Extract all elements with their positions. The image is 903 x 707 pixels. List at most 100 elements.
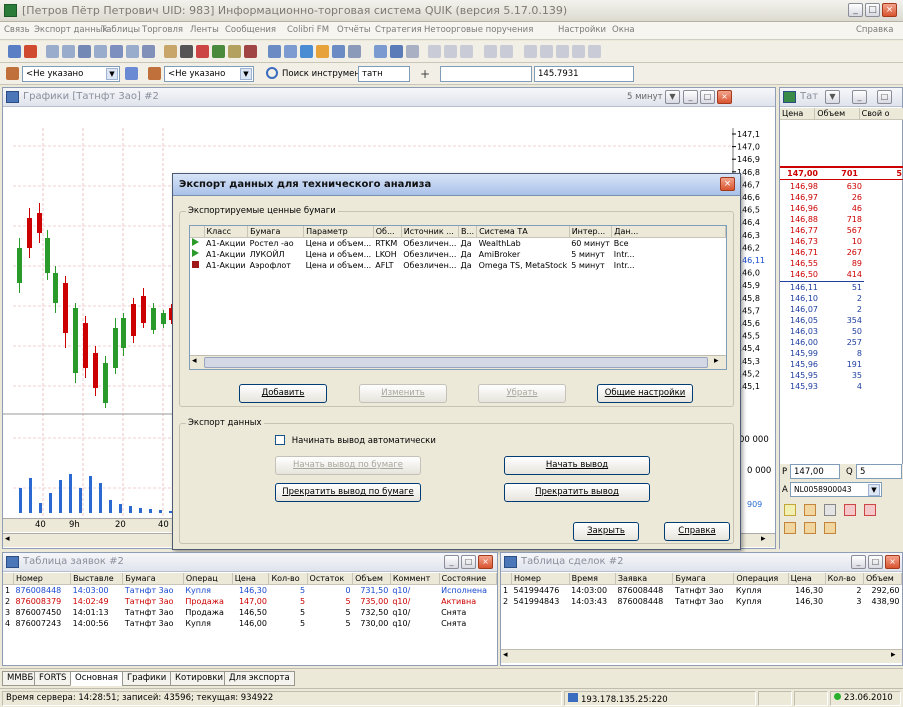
candle[interactable]: [63, 283, 68, 333]
orders-max-button[interactable]: □: [461, 555, 476, 569]
orders-col[interactable]: Состояние: [439, 573, 498, 585]
candles-icon[interactable]: [390, 45, 403, 58]
ask-row[interactable]: 146,88 718: [780, 214, 864, 225]
col-v[interactable]: В...: [458, 226, 478, 238]
trades-col[interactable]: Цена: [788, 573, 826, 585]
hline-icon[interactable]: [500, 45, 513, 58]
menu-trading[interactable]: Торговля: [142, 25, 183, 35]
candle[interactable]: [93, 353, 98, 388]
ask-volume[interactable]: 718: [820, 214, 864, 225]
dialog-close-icon[interactable]: ×: [720, 177, 735, 191]
menu-reports[interactable]: Отчёты: [337, 25, 371, 35]
col-system[interactable]: Система ТА: [476, 226, 570, 238]
minimize-button[interactable]: _: [848, 3, 863, 17]
bid-row[interactable]: 145,93 4: [780, 381, 864, 392]
trade-row[interactable]: 2 541994843 14:03:43 876008448 Татнфт 3ао Куп…: [501, 596, 902, 607]
col-data[interactable]: Дан...: [611, 226, 726, 238]
bid-row[interactable]: 146,05 354: [780, 315, 864, 326]
list-scroll-right-icon[interactable]: ▸: [714, 356, 719, 366]
trades-col[interactable]: Заявка: [615, 573, 674, 585]
chart-icon[interactable]: [268, 45, 281, 58]
dialog-help-button[interactable]: Справка: [664, 522, 730, 541]
add-button[interactable]: Добавить: [239, 384, 327, 403]
chart-close-button[interactable]: ×: [717, 90, 732, 104]
ask-volume[interactable]: 630: [820, 181, 864, 192]
bid-volume[interactable]: 354: [820, 315, 864, 326]
ask-price[interactable]: 146,50: [780, 269, 820, 280]
list-scrollbar[interactable]: ◂ ▸: [190, 355, 726, 369]
chart2-icon[interactable]: [284, 45, 297, 58]
stop-icon[interactable]: [228, 45, 241, 58]
account-combo[interactable]: <Не указано ▼: [22, 66, 120, 82]
bid-volume[interactable]: 50: [820, 326, 864, 337]
menu-export[interactable]: Экспорт данных: [34, 25, 108, 35]
maximize-button[interactable]: □: [865, 3, 880, 17]
ask-price[interactable]: 146,98: [780, 181, 820, 192]
orders-col[interactable]: Остаток: [307, 573, 354, 585]
trades-col[interactable]: Операция: [733, 573, 789, 585]
col-source[interactable]: Источник ...: [401, 226, 459, 238]
quotes-col-own[interactable]: Свой о: [859, 108, 903, 120]
candle[interactable]: [121, 318, 126, 348]
stop-order-icon[interactable]: [864, 504, 876, 516]
ask-price[interactable]: 146,88: [780, 214, 820, 225]
auto-start-option[interactable]: Начинать вывод автоматически: [275, 435, 436, 446]
bid-volume[interactable]: 35: [820, 370, 864, 381]
buy-icon[interactable]: [196, 45, 209, 58]
ask-volume[interactable]: 46: [820, 203, 864, 214]
bid-price[interactable]: 146,00: [780, 337, 820, 348]
scroll-left-icon[interactable]: ◂: [5, 534, 10, 544]
disconnect-icon[interactable]: [24, 45, 37, 58]
tab-micex[interactable]: ММВБ: [2, 671, 39, 686]
bid-price[interactable]: 146,07: [780, 304, 820, 315]
ask-price[interactable]: 146,55: [780, 258, 820, 269]
table7-icon[interactable]: [142, 45, 155, 58]
candle[interactable]: [45, 238, 50, 273]
crosshair-icon[interactable]: [428, 45, 441, 58]
start-export-button[interactable]: Начать вывод: [504, 456, 650, 475]
start-security-button[interactable]: Начать вывод по бумаге: [275, 456, 421, 475]
bid-price[interactable]: 146,11: [780, 282, 820, 294]
ask-volume[interactable]: 267: [820, 247, 864, 258]
table5-icon[interactable]: [110, 45, 123, 58]
col-interval[interactable]: Интер...: [569, 226, 613, 238]
remove-button[interactable]: Убрать: [478, 384, 566, 403]
chart-min-button[interactable]: _: [683, 90, 698, 104]
q-input[interactable]: 5: [856, 464, 902, 479]
table-icon[interactable]: [46, 45, 59, 58]
stop-export-button[interactable]: Прекратить вывод: [504, 483, 650, 502]
list-scroll-thumb[interactable]: [204, 357, 708, 368]
zoom-in-icon[interactable]: [444, 45, 457, 58]
chart6-icon[interactable]: [348, 45, 361, 58]
general-settings-button[interactable]: Общие настройки: [597, 384, 693, 403]
trades-min-button[interactable]: _: [851, 555, 866, 569]
table6-icon[interactable]: [126, 45, 139, 58]
bid-volume[interactable]: 257: [820, 337, 864, 348]
ask-volume[interactable]: 10: [820, 236, 864, 247]
filter-icon[interactable]: [125, 67, 138, 80]
bid-row[interactable]: 145,95 35: [780, 370, 864, 381]
bars-icon[interactable]: [374, 45, 387, 58]
connect-icon[interactable]: [8, 45, 21, 58]
menu-feeds[interactable]: Ленты: [190, 25, 219, 35]
menu-tables[interactable]: Таблицы: [101, 25, 140, 35]
bid-volume[interactable]: 8: [820, 348, 864, 359]
candle[interactable]: [83, 323, 88, 368]
order-row[interactable]: 3 876007450 14:01:13 Татнфт 3ао Продажа 146,5…: [3, 607, 497, 618]
ask-row[interactable]: 146,73 10: [780, 236, 864, 247]
tab-quotes[interactable]: Котировки: [170, 671, 228, 686]
price-input[interactable]: 145.7931: [534, 66, 634, 82]
kill-buy-icon[interactable]: [784, 522, 796, 534]
bid-price[interactable]: 146,05: [780, 315, 820, 326]
bid-price[interactable]: 146,03: [780, 326, 820, 337]
p-input[interactable]: 147,00: [790, 464, 840, 479]
ask-row[interactable]: 146,71 267: [780, 247, 864, 258]
tab-forts[interactable]: FORTS: [34, 671, 72, 686]
ask-price[interactable]: 146,77: [780, 225, 820, 236]
menu-help[interactable]: Справка: [856, 25, 893, 35]
order-icon[interactable]: [164, 45, 177, 58]
chart3-icon[interactable]: [300, 45, 313, 58]
text-icon[interactable]: [180, 45, 193, 58]
table4-icon[interactable]: [94, 45, 107, 58]
clock-icon[interactable]: [406, 45, 419, 58]
